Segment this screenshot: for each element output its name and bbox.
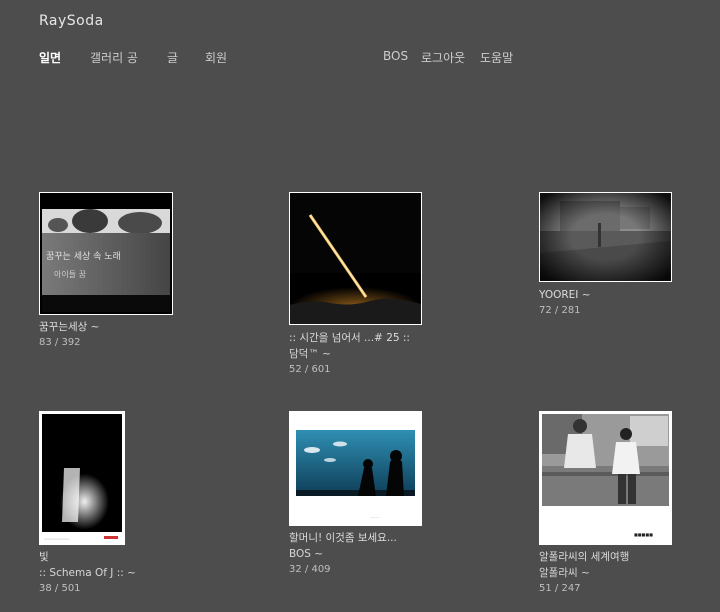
nav-item-help[interactable]: 도움말 [480, 49, 513, 66]
svg-text:아이들 꿈: 아이들 꿈 [54, 269, 86, 279]
photo-thumbnail[interactable]: ........... [289, 411, 422, 526]
photo-author[interactable]: BOS ~ [289, 546, 397, 562]
photo-thumbnail[interactable] [289, 192, 422, 325]
svg-text::::::::::::::::::::::::::: ::::::::::::::::::::::::: [44, 537, 69, 541]
photo-caption: 할머니! 이것좀 보세요... BOS ~ 32 / 409 [289, 530, 397, 578]
photo-thumbnail[interactable] [539, 192, 672, 282]
site-logo[interactable]: RaySoda [39, 13, 104, 29]
nav-item-gallery[interactable]: 갤러리 공 [90, 49, 138, 66]
photo-title[interactable]: 꿈꾸는세상 ~ [39, 319, 99, 335]
photo-count: 32 / 409 [289, 564, 331, 575]
nav-item-bos[interactable]: BOS [383, 49, 408, 63]
photo-thumbnail[interactable]: 꿈꾸는 세상 속 노래 아이들 꿈 [39, 192, 173, 315]
photo-author[interactable]: :: Schema Of J :: ~ [39, 565, 136, 581]
photo-caption: 빛 :: Schema Of J :: ~ 38 / 501 [39, 549, 136, 597]
nav-item-home[interactable]: 일면 [39, 49, 61, 66]
photo-caption: 알폴라씨의 세계여행 알폴라씨 ~ 51 / 247 [539, 549, 629, 597]
photo-title[interactable]: 빛 [39, 549, 136, 565]
photo-caption: YOOREI ~ 72 / 281 [539, 287, 591, 319]
svg-text:■■■■■: ■■■■■ [634, 532, 653, 537]
photo-title[interactable]: :: 시간을 넘어서 ...# 25 :: [289, 330, 410, 346]
photo-author[interactable]: 알폴라씨 ~ [539, 565, 629, 581]
photo-caption: 꿈꾸는세상 ~ 83 / 392 [39, 319, 99, 351]
photo-caption: :: 시간을 넘어서 ...# 25 :: 담덕™ ~ 52 / 601 [289, 330, 410, 378]
photo-author[interactable]: 담덕™ ~ [289, 346, 410, 362]
photo-count: 72 / 281 [539, 305, 581, 316]
photo-count: 51 / 247 [539, 583, 581, 594]
photo-count: 83 / 392 [39, 337, 81, 348]
photo-title[interactable]: 할머니! 이것좀 보세요... [289, 530, 397, 546]
photo-thumbnail[interactable]: ::::::::::::::::::::::::: [39, 411, 125, 545]
photo-title[interactable]: YOOREI ~ [539, 287, 591, 303]
photo-title[interactable]: 알폴라씨의 세계여행 [539, 549, 629, 565]
nav-item-members[interactable]: 회원 [205, 49, 227, 66]
svg-text:꿈꾸는 세상 속 노래: 꿈꾸는 세상 속 노래 [46, 251, 121, 262]
photo-count: 38 / 501 [39, 583, 81, 594]
photo-count: 52 / 601 [289, 364, 331, 375]
nav-item-posts[interactable]: 글 [167, 49, 178, 66]
nav-item-logout[interactable]: 로그아웃 [421, 49, 465, 66]
photo-thumbnail[interactable]: ■■■■■ [539, 411, 672, 545]
svg-text:...........: ........... [370, 515, 381, 519]
